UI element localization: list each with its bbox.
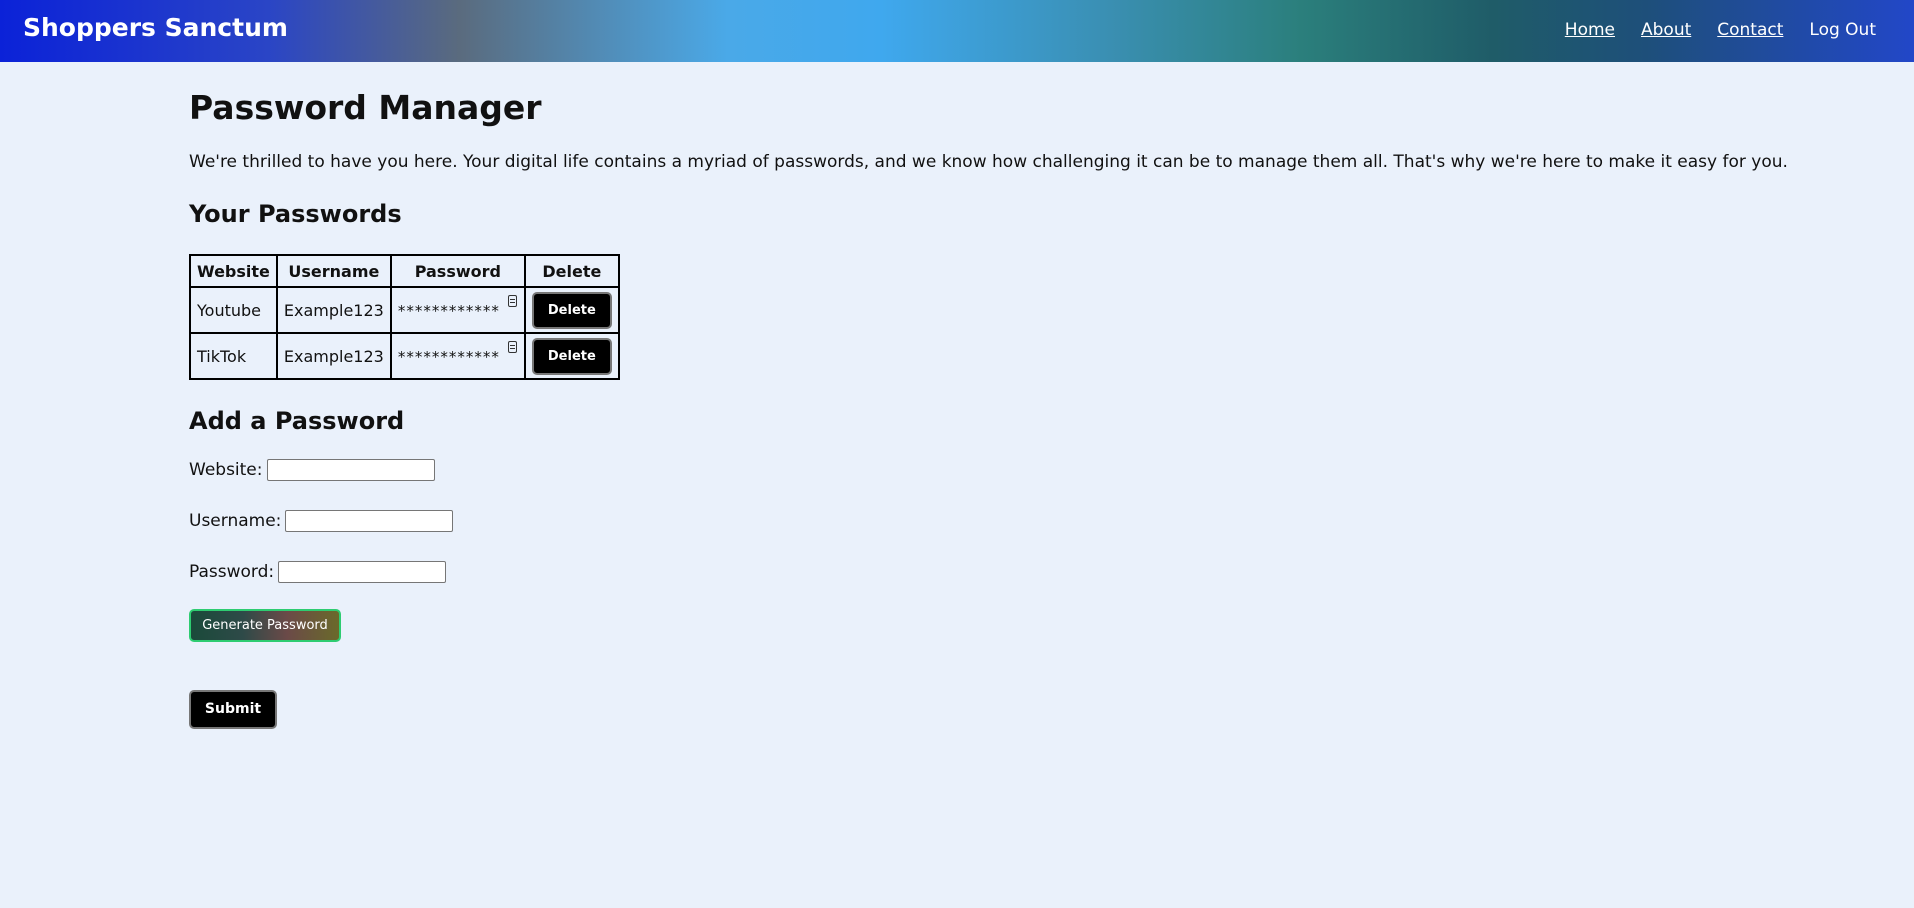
nav-logout-link[interactable]: Log Out — [1809, 20, 1876, 40]
cell-password: ************ — [390, 287, 526, 333]
top-navbar: Shoppers Sanctum Home About Contact Log … — [0, 0, 1914, 62]
cell-delete: Delete — [525, 287, 619, 333]
brand-logo-text[interactable]: Shoppers Sanctum — [23, 13, 288, 42]
masked-password: ************ — [397, 347, 500, 366]
table-row: TikTok Example123 ************ Delete — [190, 333, 619, 379]
cell-website: Youtube — [190, 287, 278, 333]
intro-text: We're thrilled to have you here. Your di… — [189, 152, 1788, 172]
column-header-delete: Delete — [542, 261, 602, 281]
table-header-row: Website Username Password Delete — [190, 255, 619, 287]
cell-password: ************ — [390, 333, 526, 379]
passwords-table: Website Username Password Delete Youtube… — [189, 254, 620, 380]
masked-password: ************ — [397, 301, 500, 320]
copy-icon[interactable] — [507, 295, 517, 307]
username-input[interactable] — [285, 510, 454, 532]
password-form-row: Password: — [189, 559, 1809, 585]
main-content: Password Manager We're thrilled to have … — [189, 62, 1809, 729]
submit-button[interactable]: Submit — [189, 690, 277, 729]
username-label: Username: — [189, 511, 282, 531]
your-passwords-heading: Your Passwords — [189, 200, 402, 228]
delete-button[interactable]: Delete — [531, 337, 612, 375]
cell-delete: Delete — [525, 333, 619, 379]
password-input[interactable] — [278, 561, 447, 583]
column-header-username: Username — [276, 255, 392, 287]
nav-contact-link[interactable]: Contact — [1717, 20, 1783, 40]
copy-icon[interactable] — [507, 341, 517, 353]
column-header-password: Password — [390, 255, 526, 287]
page-title: Password Manager — [189, 88, 542, 127]
cell-username: Example123 — [276, 333, 392, 379]
cell-username: Example123 — [276, 287, 392, 333]
generate-password-button[interactable]: Generate Password — [189, 609, 341, 642]
add-password-heading: Add a Password — [189, 407, 405, 435]
password-label: Password: — [189, 562, 275, 582]
nav-home-link[interactable]: Home — [1565, 20, 1615, 40]
column-header-website: Website — [190, 255, 278, 287]
table-row: Youtube Example123 ************ Delete — [190, 287, 619, 333]
username-form-row: Username: — [189, 508, 1809, 534]
website-input[interactable] — [266, 459, 435, 481]
cell-website: TikTok — [190, 333, 278, 379]
nav-about-link[interactable]: About — [1641, 20, 1691, 40]
website-label: Website: — [189, 460, 263, 480]
website-form-row: Website: — [189, 457, 1809, 483]
main-nav: Home About Contact Log Out — [1565, 20, 1876, 40]
delete-button[interactable]: Delete — [531, 291, 612, 329]
